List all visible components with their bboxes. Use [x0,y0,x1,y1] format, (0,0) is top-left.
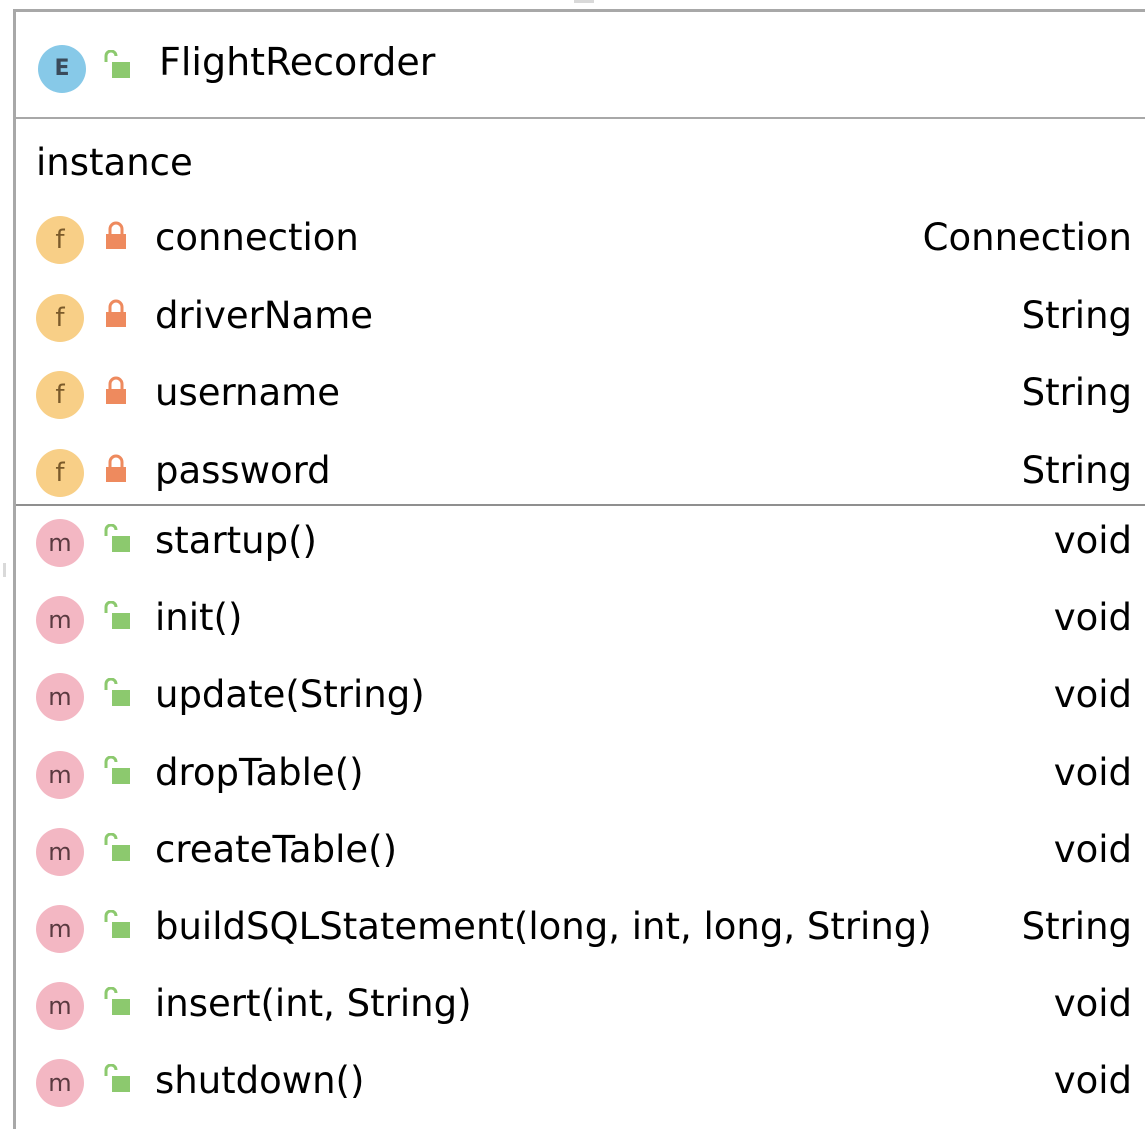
method-return-type: void [1053,827,1132,871]
kind-letter: m [48,760,72,789]
method-return-type: String [1021,905,1132,948]
method-return-type: void [1053,596,1132,640]
method-signature: shutdown() [155,1059,365,1103]
method-row[interactable]: m buildSQLStatement(long, int, long, Stri… [16,898,1132,958]
field-name: connection [155,216,359,259]
class-diagram-node[interactable]: E FlightRecorder instance f connection Con… [13,9,1145,1129]
fields-group-label: instance [36,141,193,184]
kind-letter: m [48,915,72,943]
method-return-type: void [1053,673,1132,717]
kind-letter: m [48,606,72,635]
method-return-type: void [1053,519,1132,562]
method-icon: m [36,1059,84,1108]
method-icon: m [36,519,84,567]
method-signature: createTable() [155,827,397,871]
method-signature: dropTable() [155,750,364,794]
method-icon: m [36,982,84,1031]
field-row[interactable]: f username String [16,364,1132,424]
method-icon: m [36,827,84,876]
public-lock-icon [102,678,132,708]
public-lock-icon [102,524,132,554]
method-icon: m [36,673,84,722]
public-lock-icon [102,910,132,940]
private-lock-icon [102,299,132,329]
method-signature: update(String) [155,673,425,717]
method-row[interactable]: m dropTable() void [16,744,1132,804]
field-icon: f [36,216,84,264]
enum-icon: E [38,45,86,93]
public-lock-icon [102,601,132,631]
field-icon: f [36,293,84,342]
method-row[interactable]: m init() void [16,589,1132,649]
method-return-type: void [1053,750,1132,794]
method-icon: m [36,750,84,799]
method-signature: init() [155,596,243,640]
field-type: String [1021,448,1132,492]
method-signature: insert(int, String) [155,982,472,1026]
field-name: driverName [155,293,374,337]
field-icon: f [36,371,84,419]
method-row[interactable]: m shutdown() void [16,1052,1132,1112]
resize-handle-top[interactable] [574,0,594,3]
method-row[interactable]: m update(String) void [16,666,1132,726]
kind-letter: f [55,380,65,410]
kind-letter: m [48,529,72,557]
kind-letter: m [48,1069,72,1098]
field-name: password [155,448,331,492]
resize-handle-left[interactable] [3,563,6,577]
kind-letter: m [48,683,72,712]
kind-letter: m [48,992,72,1021]
method-signature: buildSQLStatement(long, int, long, Strin… [155,905,932,948]
kind-letter: f [55,302,65,333]
field-type: Connection [922,216,1132,259]
public-lock-icon [102,755,132,786]
field-name: username [155,371,340,414]
method-row[interactable]: m startup() void [16,512,1132,572]
method-signature: startup() [155,519,317,562]
field-row[interactable]: f driverName String [16,287,1132,347]
private-lock-icon [102,454,132,484]
class-name: FlightRecorder [159,40,436,84]
public-lock-icon [102,987,132,1017]
method-return-type: void [1053,982,1132,1026]
kind-letter: m [48,837,72,866]
public-lock-icon [102,50,132,80]
enum-icon-letter: E [54,56,70,81]
method-row[interactable]: m createTable() void [16,821,1132,881]
private-lock-icon [102,376,132,406]
private-lock-icon [102,221,132,251]
method-return-type: void [1053,1059,1132,1103]
public-lock-icon [102,832,132,863]
field-type: String [1021,293,1132,337]
class-header: E FlightRecorder [16,12,1145,119]
method-icon: m [36,596,84,645]
field-icon: f [36,448,84,497]
method-icon: m [36,905,84,953]
field-row[interactable]: f connection Connection [16,209,1132,269]
method-row[interactable]: m insert(int, String) void [16,975,1132,1035]
public-lock-icon [102,1064,132,1094]
fields-section: instance f connection Connection f driverNam… [16,119,1145,506]
field-row[interactable]: f password String [16,442,1132,502]
field-type: String [1021,371,1132,414]
kind-letter: f [55,457,65,488]
kind-letter: f [55,225,65,255]
